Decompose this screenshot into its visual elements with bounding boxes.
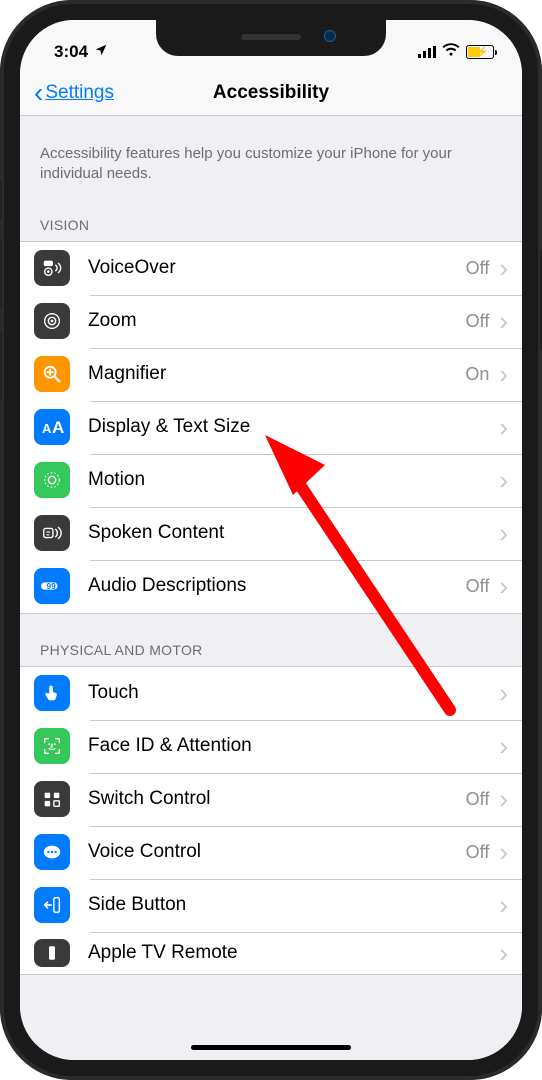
row-label: Zoom <box>88 310 466 332</box>
row-magnifier[interactable]: Magnifier On › <box>20 348 522 401</box>
row-apple-tv-remote[interactable]: Apple TV Remote › <box>20 932 522 974</box>
row-label: Magnifier <box>88 363 465 385</box>
battery-charging-icon: ⚡ <box>466 45 494 59</box>
apple-tv-remote-icon <box>34 939 70 967</box>
chevron-right-icon: › <box>499 467 508 493</box>
chevron-left-icon: ‹ <box>34 79 43 107</box>
chevron-right-icon: › <box>499 308 508 334</box>
device-frame: 3:04 ⚡ ‹ Settings Accessibility <box>0 0 542 1080</box>
volume-down-button <box>0 330 2 400</box>
back-label: Settings <box>45 82 114 104</box>
row-label: Audio Descriptions <box>88 575 466 597</box>
chevron-right-icon: › <box>499 680 508 706</box>
row-switch-control[interactable]: Switch Control Off › <box>20 773 522 826</box>
magnifier-icon <box>34 356 70 392</box>
chevron-right-icon: › <box>499 786 508 812</box>
row-label: Switch Control <box>88 788 466 810</box>
notch <box>156 20 386 56</box>
row-value: Off <box>466 576 490 597</box>
row-label: Voice Control <box>88 841 466 863</box>
row-label: Motion <box>88 469 489 491</box>
section-header-physical: PHYSICAL AND MOTOR <box>20 614 522 666</box>
row-spoken-content[interactable]: Spoken Content › <box>20 507 522 560</box>
list-physical: Touch › Face ID & Attention › <box>20 666 522 975</box>
row-label: VoiceOver <box>88 257 466 279</box>
spoken-content-icon <box>34 515 70 551</box>
chevron-right-icon: › <box>499 573 508 599</box>
chevron-right-icon: › <box>499 361 508 387</box>
section-header-vision: VISION <box>20 189 522 241</box>
row-audio-descriptions[interactable]: 99 Audio Descriptions Off › <box>20 560 522 613</box>
row-display-text-size[interactable]: AA Display & Text Size › <box>20 401 522 454</box>
row-label: Spoken Content <box>88 522 489 544</box>
home-indicator[interactable] <box>191 1045 351 1050</box>
chevron-right-icon: › <box>499 255 508 281</box>
row-label: Display & Text Size <box>88 416 489 438</box>
row-value: Off <box>466 258 490 279</box>
back-button[interactable]: ‹ Settings <box>34 70 114 115</box>
svg-text:A: A <box>52 418 64 437</box>
volume-up-button <box>0 240 2 310</box>
voice-control-icon <box>34 834 70 870</box>
chevron-right-icon: › <box>499 839 508 865</box>
row-label: Touch <box>88 682 489 704</box>
wifi-icon <box>442 42 460 62</box>
zoom-icon <box>34 303 70 339</box>
voiceover-icon <box>34 250 70 286</box>
motion-icon <box>34 462 70 498</box>
row-label: Side Button <box>88 894 489 916</box>
audio-descriptions-icon: 99 <box>34 568 70 604</box>
row-label: Apple TV Remote <box>88 942 489 964</box>
mute-switch <box>0 180 2 220</box>
row-voiceover[interactable]: VoiceOver Off › <box>20 242 522 295</box>
chevron-right-icon: › <box>499 940 508 966</box>
row-value: Off <box>466 789 490 810</box>
chevron-right-icon: › <box>499 414 508 440</box>
svg-text:A: A <box>42 421 52 436</box>
row-value: Off <box>466 311 490 332</box>
faceid-icon <box>34 728 70 764</box>
row-side-button[interactable]: Side Button › <box>20 879 522 932</box>
row-label: Face ID & Attention <box>88 735 489 757</box>
svg-text:99: 99 <box>47 582 57 591</box>
row-value: Off <box>466 842 490 863</box>
switch-control-icon <box>34 781 70 817</box>
chevron-right-icon: › <box>499 733 508 759</box>
row-zoom[interactable]: Zoom Off › <box>20 295 522 348</box>
row-voice-control[interactable]: Voice Control Off › <box>20 826 522 879</box>
row-motion[interactable]: Motion › <box>20 454 522 507</box>
side-button-icon <box>34 887 70 923</box>
section-description: Accessibility features help you customiz… <box>20 116 522 189</box>
row-value: On <box>465 364 489 385</box>
page-title: Accessibility <box>213 82 329 104</box>
chevron-right-icon: › <box>499 520 508 546</box>
row-faceid[interactable]: Face ID & Attention › <box>20 720 522 773</box>
navigation-bar: ‹ Settings Accessibility <box>20 70 522 116</box>
screen: 3:04 ⚡ ‹ Settings Accessibility <box>20 20 522 1060</box>
location-arrow-icon <box>94 42 108 62</box>
touch-icon <box>34 675 70 711</box>
display-text-icon: AA <box>34 409 70 445</box>
content-scroll[interactable]: Accessibility features help you customiz… <box>20 116 522 1060</box>
list-vision: VoiceOver Off › Zoom Off › Magni <box>20 241 522 614</box>
cellular-signal-icon <box>418 46 436 58</box>
status-time: 3:04 <box>54 42 88 62</box>
row-touch[interactable]: Touch › <box>20 667 522 720</box>
chevron-right-icon: › <box>499 892 508 918</box>
